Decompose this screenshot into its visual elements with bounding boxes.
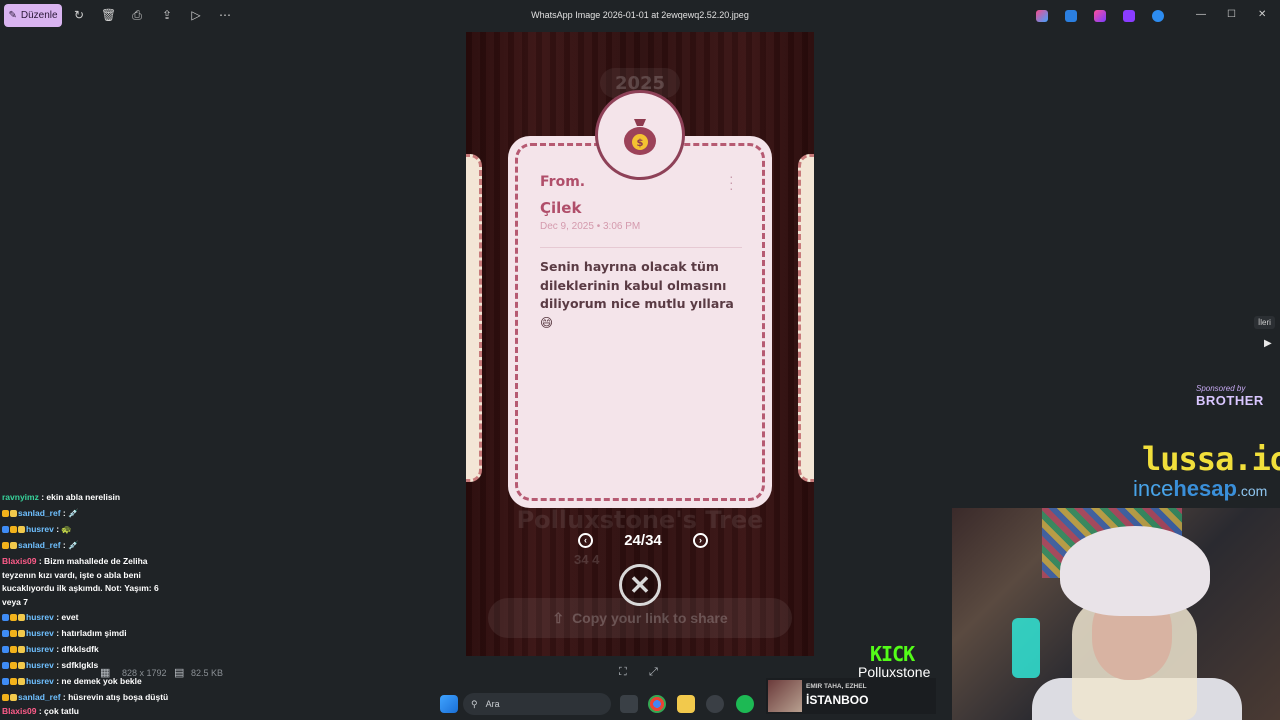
- chat-line: sanlad_ref : 💉: [2, 508, 79, 518]
- money-bag-icon: $: [624, 119, 656, 155]
- share-link-button: ⇧ Copy your link to share: [488, 598, 792, 638]
- hesap-text: hesap: [1173, 476, 1237, 501]
- money-bag-avatar: $: [595, 90, 685, 180]
- file-explorer-icon[interactable]: [677, 695, 695, 713]
- file-size-icon: ▤: [174, 667, 185, 679]
- designer-icon[interactable]: [1123, 10, 1135, 22]
- next-tooltip: İleri: [1254, 316, 1275, 329]
- card-date: Dec 9, 2025 • 3:06 PM: [540, 221, 641, 232]
- image-dimensions: 828 x 1792: [122, 668, 167, 678]
- share-link-icon: ⇧: [552, 609, 565, 626]
- chat-line: husrev : evet: [2, 612, 78, 622]
- card-sender-name: Çilek: [540, 199, 582, 217]
- chevron-right-icon: ›: [692, 532, 708, 548]
- ince-text: ince: [1133, 476, 1174, 501]
- webcam-feed: [952, 508, 1280, 720]
- news-title: İSTANBOO: [806, 693, 869, 707]
- image-size-icon: ▦: [100, 667, 111, 679]
- minimize-button[interactable]: —: [1196, 9, 1206, 20]
- viewer-toolbar: ✎ Düzenle ↻ 🗑 ⎙ ⇪ ▷ ⋯ WhatsApp Image 202…: [0, 0, 1280, 32]
- share-link-label: Copy your link to share: [572, 610, 728, 626]
- chevron-left-icon: ‹: [578, 532, 593, 548]
- chat-line: husrev : hatırladım şimdi: [2, 628, 127, 638]
- copilot-icon[interactable]: [1036, 10, 1048, 22]
- card-from-label: From.: [540, 174, 586, 190]
- next-image-button[interactable]: ▶: [1264, 338, 1272, 349]
- chat-line: husrev : 🐢: [2, 524, 72, 534]
- editor-icon[interactable]: [1065, 10, 1077, 22]
- pager: ‹ 24/34 ›: [578, 528, 708, 552]
- chat-line: husrev : dfkklsdfk: [2, 644, 99, 654]
- svg-text:$: $: [637, 138, 644, 149]
- sponsor-label: Sponsored by: [1196, 384, 1246, 393]
- window-title: WhatsApp Image 2026-01-01 at 2ewqewq2.52…: [531, 10, 749, 20]
- fit-icon[interactable]: ⛶: [619, 666, 627, 679]
- news-subtitle: EMIR TAHA, EZHEL: [806, 683, 867, 690]
- prev-card: [466, 154, 482, 482]
- spotify-icon[interactable]: [736, 695, 754, 713]
- maximize-button[interactable]: ☐: [1227, 9, 1236, 20]
- chrome-icon[interactable]: [648, 695, 666, 713]
- fullscreen-icon[interactable]: ⤢: [649, 666, 658, 679]
- file-size: 82.5 KB: [191, 668, 224, 678]
- next-card: [798, 154, 814, 482]
- tree-stats: 34 4: [574, 552, 600, 567]
- chat-line: sanlad_ref : 💉: [2, 540, 79, 550]
- chat-line: ravnyimz : ekin abla nerelisin: [2, 492, 121, 502]
- search-icon: ⚲: [471, 698, 478, 709]
- obs-icon[interactable]: [706, 695, 724, 713]
- card-divider: [540, 247, 742, 248]
- card-menu-icon: · · ·: [729, 168, 734, 196]
- webcam-hat: [1060, 526, 1210, 616]
- incehesap-logo: incehesap.com: [1133, 476, 1267, 502]
- kick-logo: KICK: [870, 642, 915, 666]
- news-thumbnail: [768, 680, 802, 712]
- search-placeholder: Ara: [485, 699, 500, 709]
- photo-canvas: 2025 $ From. Çilek Dec 9, 2025 • 3:06 PM…: [466, 32, 814, 656]
- news-widget[interactable]: EMIR TAHA, EZHEL İSTANBOO: [766, 678, 936, 714]
- start-icon[interactable]: [440, 695, 458, 713]
- chat-line: husrev : sdfklgkls: [2, 660, 98, 670]
- pager-count: 24/34: [624, 531, 662, 549]
- com-text: .com: [1236, 483, 1268, 499]
- chat-line: husrev : ne demek yok bekle: [2, 676, 142, 686]
- clipchamp-icon[interactable]: [1094, 10, 1106, 22]
- task-view-icon[interactable]: [620, 695, 638, 713]
- onedrive-icon[interactable]: [1152, 10, 1164, 22]
- card-message: Senin hayrına olacak tüm dileklerinin ka…: [540, 259, 734, 330]
- close-button[interactable]: ✕: [1258, 9, 1266, 20]
- webcam-lamp: [1012, 618, 1040, 678]
- chat-line: Blaxis09 : Bizm mahallede de Zeliha teyz…: [2, 556, 159, 607]
- sponsor-brand: BROTHER: [1196, 393, 1264, 408]
- lussa-logo: lussa.io: [1142, 440, 1280, 478]
- taskbar-search[interactable]: ⚲ Ara: [463, 693, 611, 715]
